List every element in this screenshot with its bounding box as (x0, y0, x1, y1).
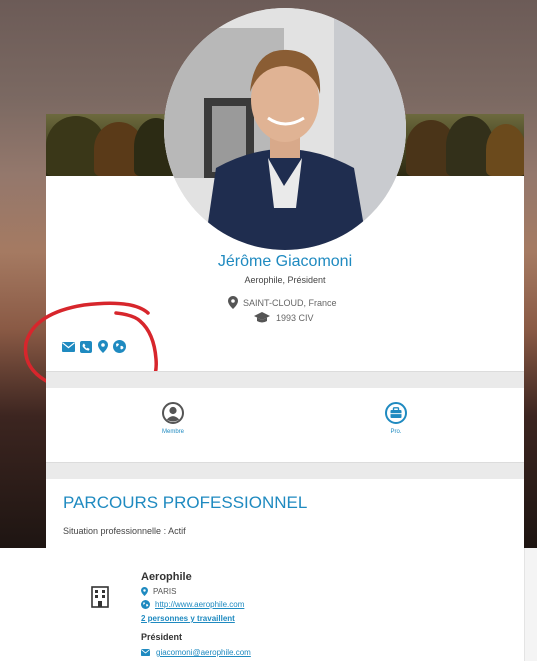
map-pin-icon[interactable] (96, 340, 109, 353)
experience-city-text: PARIS (153, 587, 177, 596)
experience-people-link[interactable]: 2 personnes y travaillent (141, 614, 235, 623)
map-pin-icon (228, 296, 238, 309)
envelope-icon (141, 649, 150, 656)
tab-pro[interactable]: Pro. (361, 402, 431, 435)
experience-website[interactable]: http://www.aerophile.com (141, 600, 244, 609)
professional-status: Situation professionnelle : Actif (63, 526, 186, 536)
contact-icons (62, 340, 126, 353)
tab-membre[interactable]: Membre (138, 402, 208, 435)
phone-icon[interactable] (79, 340, 92, 353)
tab-pro-label: Pro. (390, 429, 402, 435)
experience-entry (91, 586, 109, 613)
experience-city: PARIS (141, 587, 176, 596)
profile-name: Jérôme Giacomoni (217, 253, 353, 270)
experience-role: Président (141, 632, 183, 642)
user-icon (162, 402, 184, 424)
building-icon (91, 586, 109, 608)
profile-tabs: Membre Pro. (46, 388, 524, 462)
profile-location: SAINT-CLOUD, France (228, 296, 337, 309)
experience-company[interactable]: Aerophile (141, 571, 192, 583)
section-title: PARCOURS PROFESSIONNEL (63, 493, 308, 512)
experience-website-link[interactable]: http://www.aerophile.com (155, 600, 244, 609)
experience-email-link[interactable]: giacomoni@aerophile.com (156, 648, 251, 657)
map-pin-icon (141, 587, 148, 596)
school-text: 1993 CIV (276, 312, 314, 323)
section-divider (46, 462, 524, 479)
banner-tree (486, 124, 524, 176)
envelope-icon[interactable] (62, 340, 75, 353)
location-text: SAINT-CLOUD, France (243, 297, 337, 308)
section-divider (46, 371, 524, 388)
avatar-photo (164, 8, 406, 250)
avatar (164, 8, 406, 250)
globe-icon[interactable] (113, 340, 126, 353)
graduation-cap-icon (254, 312, 270, 323)
briefcase-icon (385, 402, 407, 424)
page-background (0, 548, 537, 661)
globe-icon (141, 600, 150, 609)
profile-company-role: Aerophile, Président (244, 275, 326, 285)
experience-email[interactable]: giacomoni@aerophile.com (141, 648, 251, 657)
tab-membre-label: Membre (161, 429, 184, 435)
profile-school: 1993 CIV (254, 312, 314, 323)
scrollbar-track (524, 548, 537, 661)
